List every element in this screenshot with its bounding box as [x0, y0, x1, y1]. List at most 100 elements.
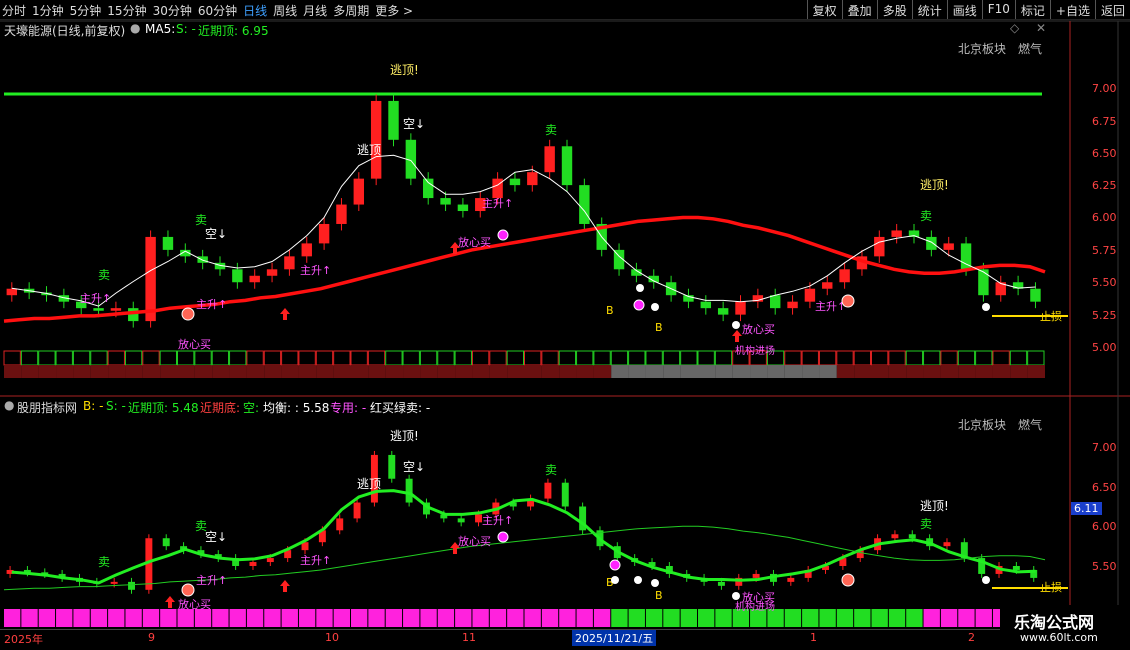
signal-cell — [124, 350, 143, 366]
kline-chart[interactable]: 逃顶! 逃顶 逃顶! 卖 卖 卖 卖 空↓ 空↓ 主升↑ 主升↑ 主升↑ 主升↑… — [0, 0, 1130, 650]
buy-calm-label: 放心买 — [178, 337, 211, 351]
sell-bottom-label-4: 卖 — [98, 555, 110, 569]
signal-cell — [211, 350, 230, 366]
candle-body — [839, 269, 850, 283]
signal-cell — [645, 350, 663, 366]
signal-bar — [246, 609, 264, 627]
candle-body — [457, 204, 469, 212]
candle-body — [943, 542, 951, 547]
signal-bar — [784, 609, 802, 627]
signal-cell — [558, 350, 577, 366]
signal-bar — [4, 609, 21, 627]
signal-band — [194, 365, 213, 378]
signal-cell — [471, 350, 490, 366]
signal-band — [507, 365, 525, 378]
buy-arrow-icon — [280, 308, 290, 320]
selected-date: 2025/11/21/五 — [572, 630, 657, 646]
clover-icon — [651, 303, 659, 311]
buy-arrow-icon — [280, 580, 290, 592]
signal-cell — [489, 350, 507, 366]
clover-icon — [636, 284, 644, 292]
candle-body — [110, 308, 122, 311]
bottom-candles — [6, 450, 1038, 594]
ytick: 6.25 — [1092, 179, 1117, 192]
signal-band — [940, 365, 959, 378]
ytick: 5.25 — [1092, 309, 1117, 322]
industry-tag-bottom[interactable]: 燃气 — [1018, 416, 1042, 433]
collapse-icon[interactable]: ● — [130, 21, 140, 35]
signal-bar — [316, 609, 333, 627]
signal-band — [958, 365, 976, 378]
signal-strip-bottom — [4, 609, 1044, 627]
buy-calm-label-2: 放心买 — [458, 235, 491, 249]
candle-body — [978, 269, 989, 296]
candle-body — [423, 178, 434, 199]
sell-label: 卖 — [195, 213, 207, 227]
site-watermark: 乐淘公式网 www.60lt.com — [1000, 605, 1130, 650]
signal-band — [1027, 365, 1045, 378]
signal-cell — [784, 350, 802, 366]
sell-label-2: 卖 — [545, 123, 557, 137]
signal-band — [645, 365, 664, 378]
signal-bar — [680, 609, 697, 627]
close-icon[interactable]: ✕ — [1036, 21, 1046, 35]
s-value: S: - — [106, 399, 126, 413]
ytick: 6.50 — [1092, 481, 1117, 494]
diamond-icon[interactable]: ◇ — [1010, 21, 1019, 35]
candle-body — [874, 236, 885, 257]
candle-body — [336, 518, 344, 531]
signal-cell — [628, 350, 646, 366]
signal-band — [108, 365, 126, 378]
signal-band — [420, 365, 438, 378]
empty-label: 空↓ — [403, 117, 425, 131]
signal-bar — [160, 609, 177, 627]
signal-bar — [524, 609, 541, 627]
signal-band — [854, 365, 872, 378]
ytick: 6.00 — [1092, 211, 1117, 224]
balance-value: 均衡: : 5.58 — [263, 401, 330, 415]
sector-tag-bottom[interactable]: 北京板块 — [958, 416, 1006, 433]
signal-band — [663, 365, 681, 378]
signal-bar — [472, 609, 489, 627]
signal-cell — [801, 350, 819, 366]
signal-bar — [368, 609, 385, 627]
signal-bar — [229, 609, 246, 627]
signal-bar — [819, 609, 836, 627]
signal-bar — [923, 609, 940, 627]
signal-cell — [940, 350, 958, 366]
signal-cell — [107, 350, 125, 366]
sector-tag[interactable]: 北京板块 — [958, 40, 1006, 57]
ma-label: MA5: — [145, 22, 176, 36]
signal-band — [125, 365, 143, 378]
candle-body — [336, 204, 347, 224]
top-candles — [6, 94, 1041, 328]
collapse-icon-bottom[interactable]: ● — [4, 398, 14, 412]
signal-band — [698, 365, 716, 378]
candle-body — [943, 243, 954, 250]
signal-cell — [836, 350, 854, 366]
signal-cell — [20, 350, 39, 366]
empty-bottom-label: 空↓ — [403, 460, 425, 474]
signal-band — [56, 365, 74, 378]
b-label: B — [606, 304, 614, 317]
signal-band — [1010, 365, 1028, 378]
signal-cell — [142, 350, 160, 366]
signal-cell — [55, 350, 73, 366]
sell-label-3: 卖 — [920, 209, 932, 223]
candle-body — [1030, 288, 1041, 302]
buy-calm-label-3: 放心买 — [742, 322, 775, 336]
signal-bar — [90, 609, 108, 627]
signal-bar — [420, 609, 437, 627]
signal-band — [437, 365, 456, 378]
industry-tag[interactable]: 燃气 — [1018, 40, 1042, 57]
watermark-url: www.60lt.com — [1020, 631, 1098, 644]
date-axis: 2025年 9 10 11 2025/11/21/五 1 2 — [0, 629, 1070, 646]
candle-body — [752, 573, 760, 578]
signal-cell — [333, 350, 351, 366]
signal-bar — [715, 609, 732, 627]
candle-body — [266, 558, 274, 563]
signal-bar — [888, 609, 906, 627]
candle-body — [891, 230, 902, 237]
signal-band — [767, 365, 785, 378]
signal-band — [472, 365, 490, 378]
